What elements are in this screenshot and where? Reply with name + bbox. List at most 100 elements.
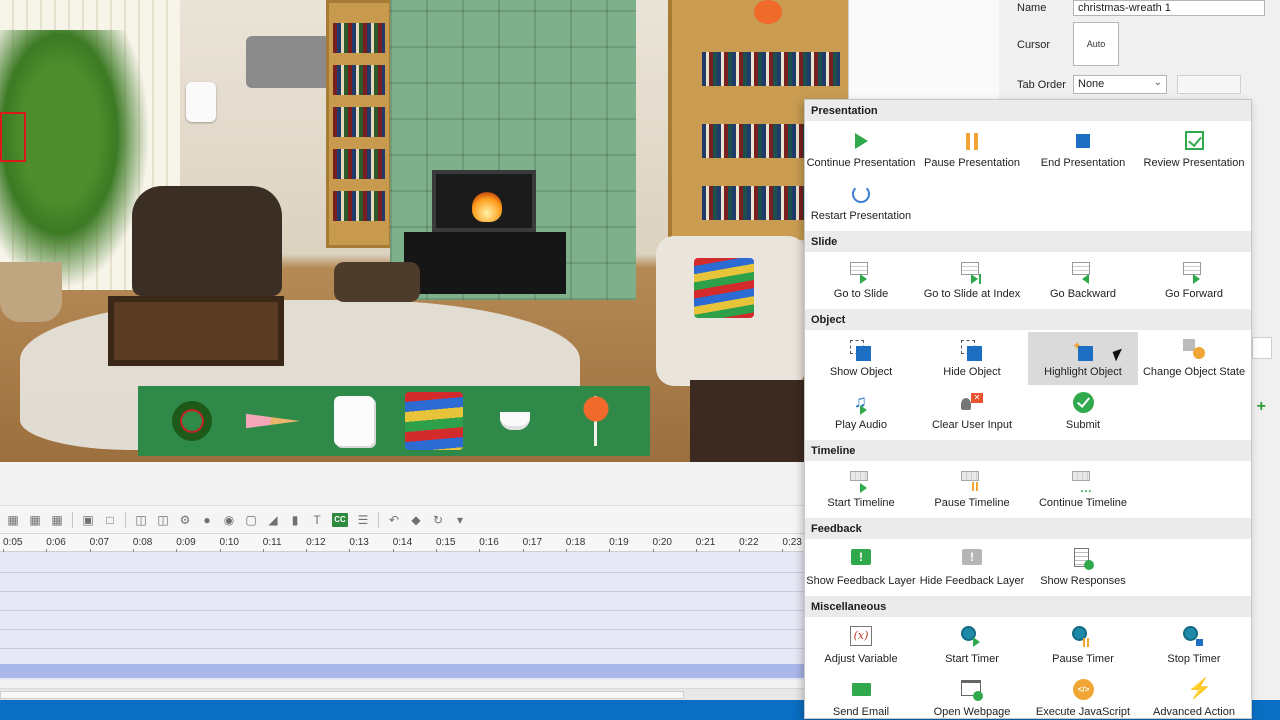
action-restart-presentation[interactable]: Restart Presentation [806, 176, 916, 229]
action-label: Pause Presentation [923, 157, 1020, 169]
action-show-feedback-layer[interactable]: ! Show Feedback Layer [806, 541, 916, 594]
split-icon[interactable]: ◫ [134, 513, 148, 527]
hidden-books-object[interactable] [694, 258, 754, 318]
action-go-forward[interactable]: Go Forward [1139, 254, 1249, 307]
restart-icon [848, 183, 874, 207]
fill-icon[interactable]: ● [200, 513, 214, 527]
tab-order-label: Tab Order [1017, 79, 1066, 91]
closed-captions-icon[interactable]: CC [332, 512, 348, 527]
show-object-icon [848, 339, 874, 363]
crop-icon[interactable]: ▣ [81, 513, 95, 527]
action-send-email[interactable]: Send Email [806, 672, 916, 720]
merge-icon[interactable]: ◫ [156, 513, 170, 527]
timeline-scrollbar[interactable] [0, 688, 848, 700]
timeline-tracks[interactable] [0, 552, 848, 680]
layers-icon[interactable]: ☰ [356, 513, 370, 527]
action-end-presentation[interactable]: End Presentation [1028, 123, 1138, 176]
email-icon [848, 679, 874, 703]
action-label: Pause Timer [1052, 653, 1114, 665]
timeline-toolbar: ▦ ▦ ▦ ▣ □ ◫ ◫ ⚙ ● ◉ ▢ ◢ ▮ T CC ☰ ↶ ◆ ↻ ▾ [0, 506, 848, 534]
ceiling-lamp [246, 36, 330, 88]
image-icon[interactable]: ▢ [244, 513, 258, 527]
name-field[interactable]: christmas-wreath 1 [1073, 0, 1265, 16]
action-pause-presentation[interactable]: Pause Presentation [917, 123, 1027, 176]
action-submit[interactable]: Submit [1028, 385, 1138, 438]
clear-input-icon: ✕ [959, 392, 985, 416]
action-execute-javascript[interactable]: </> Execute JavaScript [1028, 672, 1138, 720]
align-left-icon[interactable]: ▦ [6, 513, 20, 527]
tray-wreath[interactable] [163, 392, 221, 450]
action-label: Submit [1065, 419, 1101, 431]
action-adjust-variable[interactable]: (x) Adjust Variable [806, 619, 916, 672]
go-backward-icon [1070, 261, 1096, 285]
action-review-presentation[interactable]: Review Presentation [1139, 123, 1249, 176]
action-continue-presentation[interactable]: Continue Presentation [806, 123, 916, 176]
add-icon[interactable]: + [1257, 398, 1266, 416]
motion-icon[interactable]: ⚙ [178, 513, 192, 527]
action-open-webpage[interactable]: Open Webpage [917, 672, 1027, 720]
action-stop-timer[interactable]: Stop Timer [1139, 619, 1249, 672]
tray-cup[interactable] [486, 392, 544, 450]
fade-icon[interactable]: ◢ [266, 513, 280, 527]
icecream-icon [245, 413, 300, 429]
action-show-object[interactable]: Show Object [806, 332, 916, 385]
more-dropdown-icon[interactable]: ▾ [453, 513, 467, 527]
action-hide-object[interactable]: Hide Object [917, 332, 1027, 385]
action-change-object-state[interactable]: Change Object State [1139, 332, 1249, 385]
action-label: Highlight Object [1044, 366, 1122, 378]
align-center-icon[interactable]: ▦ [28, 513, 42, 527]
align-right-icon[interactable]: ▦ [50, 513, 64, 527]
action-label: Execute JavaScript [1035, 706, 1131, 718]
selected-wreath-object[interactable] [0, 112, 26, 162]
tab-index-spinner[interactable] [1177, 75, 1241, 94]
action-go-to-slide[interactable]: Go to Slide [806, 254, 916, 307]
undo-icon[interactable]: ↶ [387, 513, 401, 527]
action-start-timeline[interactable]: Start Timeline [806, 463, 916, 516]
cursor-picker[interactable]: Auto [1073, 22, 1119, 66]
hearth [404, 232, 566, 294]
action-label: Start Timer [945, 653, 999, 665]
action-grid-object: Show Object Hide Object ✦ Highlight Object C… [805, 330, 1251, 440]
hidden-toilet-paper-object[interactable] [186, 82, 216, 122]
start-timer-icon [959, 626, 985, 650]
action-show-responses[interactable]: Show Responses [1028, 541, 1138, 594]
slide-canvas[interactable] [0, 0, 848, 462]
tray-paper-roll[interactable] [325, 392, 383, 450]
text-icon[interactable]: T [310, 513, 324, 527]
ruler-tick: 0:09 [176, 537, 196, 553]
timeline-panel: ▦ ▦ ▦ ▣ □ ◫ ◫ ⚙ ● ◉ ▢ ◢ ▮ T CC ☰ ↶ ◆ ↻ ▾… [0, 462, 848, 720]
action-grid-slide: Go to Slide Go to Slide at Index Go Backwa… [805, 252, 1251, 309]
action-hide-feedback-layer[interactable]: ! Hide Feedback Layer [917, 541, 1027, 594]
volume-icon[interactable]: ◉ [222, 513, 236, 527]
hidden-lollipop-object[interactable] [754, 0, 782, 24]
section-header-presentation: Presentation [805, 100, 1251, 121]
lock-icon[interactable]: □ [103, 513, 117, 527]
action-start-timer[interactable]: Start Timer [917, 619, 1027, 672]
action-label: Play Audio [835, 419, 887, 431]
action-pause-timer[interactable]: Pause Timer [1028, 619, 1138, 672]
action-clear-user-input[interactable]: ✕ Clear User Input [917, 385, 1027, 438]
action-label: Send Email [832, 706, 890, 718]
scrollbar-thumb[interactable] [0, 691, 684, 699]
fireplace [432, 170, 536, 232]
action-go-backward[interactable]: Go Backward [1028, 254, 1138, 307]
tab-order-select[interactable]: None ⌄ [1073, 75, 1167, 94]
selected-track[interactable] [0, 664, 848, 678]
tray-icecream[interactable] [244, 392, 302, 450]
tray-books[interactable] [405, 392, 464, 450]
keyframe-icon[interactable]: ◆ [409, 513, 423, 527]
action-advanced-action[interactable]: ⚡ Advanced Action [1139, 672, 1249, 720]
tray-lollipop[interactable] [567, 392, 625, 450]
action-grid-miscellaneous: (x) Adjust Variable Start Timer Pause Timer… [805, 617, 1251, 720]
books-icon [405, 392, 464, 450]
action-go-to-slide-at-index[interactable]: Go to Slide at Index [917, 254, 1027, 307]
action-play-audio[interactable]: ♫ Play Audio [806, 385, 916, 438]
action-pause-timeline[interactable]: Pause Timeline [917, 463, 1027, 516]
action-label: Show Responses [1040, 575, 1126, 587]
timeline-ruler[interactable]: 0:05 0:06 0:07 0:08 0:09 0:10 0:11 0:12 0:13 0:14… [0, 534, 848, 553]
action-continue-timeline[interactable]: … Continue Timeline [1028, 463, 1138, 516]
redo-icon[interactable]: ↻ [431, 513, 445, 527]
side-field[interactable] [1252, 337, 1272, 359]
ruler-tick: 0:10 [219, 537, 239, 553]
audio-levels-icon[interactable]: ▮ [288, 513, 302, 527]
